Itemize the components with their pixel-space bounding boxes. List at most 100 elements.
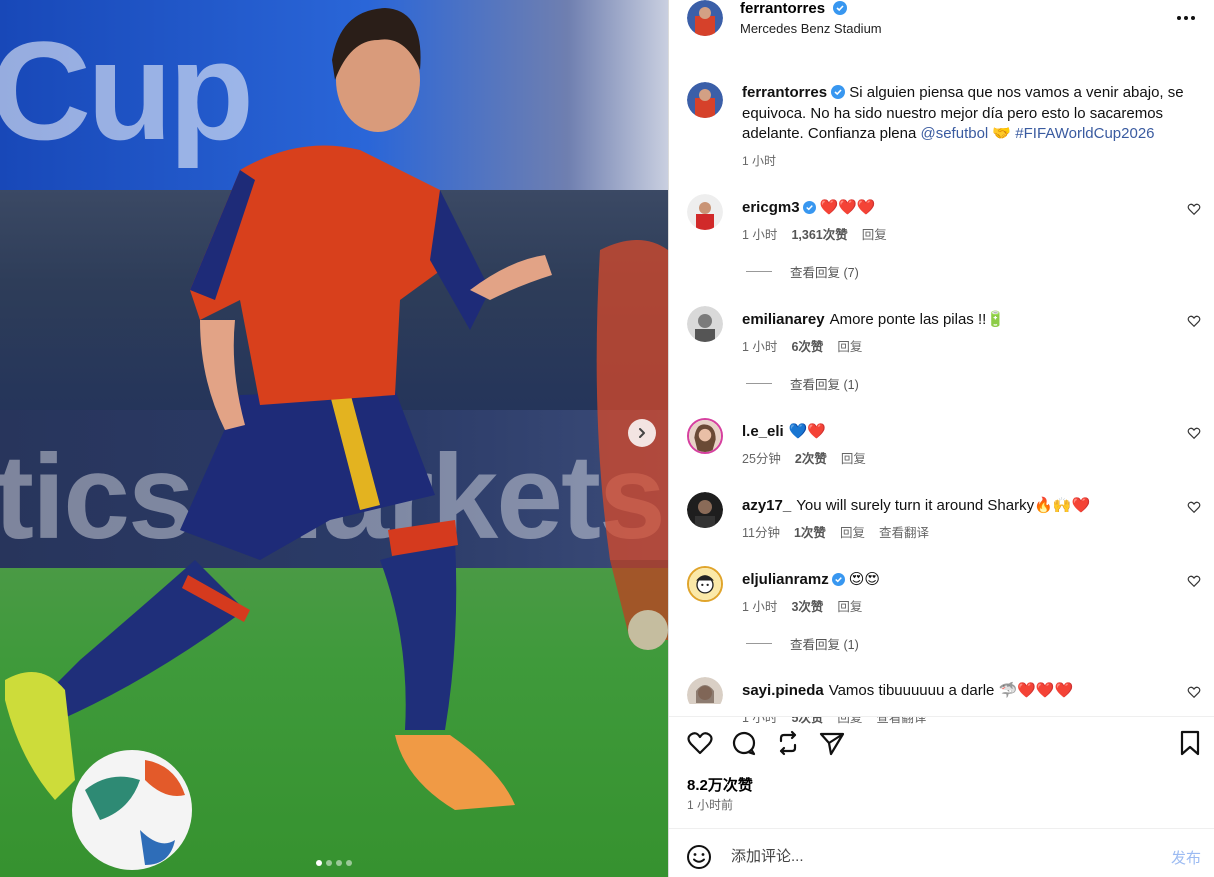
caption-emoji: 🤝 xyxy=(992,125,1012,142)
reply-button[interactable]: 回复 xyxy=(837,596,862,615)
comment-avatar[interactable] xyxy=(687,492,723,528)
author-username[interactable]: ferrantorres xyxy=(740,0,848,17)
see-translation-button[interactable]: 查看翻译 xyxy=(879,522,929,541)
comment-likes[interactable]: 3次赞 xyxy=(791,596,823,615)
save-icon[interactable] xyxy=(1176,729,1204,757)
caption-username[interactable]: ferrantorres xyxy=(742,84,827,101)
reply-button[interactable]: 回复 xyxy=(841,448,866,467)
heart-icon[interactable] xyxy=(686,729,714,757)
divider-dash xyxy=(746,383,772,384)
emoji-icon[interactable] xyxy=(685,843,713,871)
carousel-indicator xyxy=(0,860,668,866)
divider-dash xyxy=(746,271,772,272)
comment-time: 1 小时 xyxy=(742,340,778,354)
carousel-dot xyxy=(316,860,322,866)
view-replies-button[interactable]: 查看回复 (1) xyxy=(746,374,859,393)
comment-username[interactable]: ericgm3 xyxy=(742,199,800,216)
comment-meta: 25分钟 2次赞 回复 xyxy=(742,448,866,467)
author-avatar[interactable] xyxy=(687,0,723,36)
view-replies-label[interactable]: 查看回复 (7) xyxy=(790,262,859,281)
more-options-button[interactable] xyxy=(1175,8,1197,28)
comment-username[interactable]: sayi.pineda xyxy=(742,682,824,699)
author-username-text[interactable]: ferrantorres xyxy=(740,0,825,17)
divider-dash xyxy=(746,643,772,644)
caption-mention-link[interactable]: @sefutbol xyxy=(920,125,988,142)
comment-avatar[interactable] xyxy=(687,418,723,454)
comment-meta: 11分钟 1次赞 回复 查看翻译 xyxy=(742,522,929,541)
comment-likes[interactable]: 1次赞 xyxy=(794,522,826,541)
post-comment-button[interactable]: 发布 xyxy=(1171,847,1201,868)
comment-input[interactable] xyxy=(731,843,1131,869)
caption-hashtag-link[interactable]: #FIFAWorldCup2026 xyxy=(1015,125,1154,142)
post-action-bar xyxy=(669,716,1214,768)
view-replies-label[interactable]: 查看回复 (1) xyxy=(790,634,859,653)
comment-icon[interactable] xyxy=(730,729,758,757)
comment-username[interactable]: eljulianramz xyxy=(742,571,829,588)
comments-clip xyxy=(669,704,1214,716)
verified-icon xyxy=(831,573,845,586)
carousel-next-button[interactable] xyxy=(628,419,656,447)
comment-heart-icon[interactable] xyxy=(1187,685,1201,699)
comment-meta: 1 小时 3次赞 回复 xyxy=(742,596,862,615)
add-comment-bar: 发布 xyxy=(669,828,1214,877)
comment-text: 💙❤️ xyxy=(788,423,827,440)
comment-line: emilianarey Amore ponte las pilas !!🔋 xyxy=(742,310,1005,328)
comment-heart-icon[interactable] xyxy=(1187,574,1201,588)
comment-heart-icon[interactable] xyxy=(1187,202,1201,216)
comment-line: l.e_eli 💙❤️ xyxy=(742,422,826,440)
comment-heart-icon[interactable] xyxy=(1187,314,1201,328)
comment-heart-icon[interactable] xyxy=(1187,426,1201,440)
comment-likes[interactable]: 6次赞 xyxy=(791,336,823,355)
view-replies-button[interactable]: 查看回复 (7) xyxy=(746,262,859,281)
view-replies-label[interactable]: 查看回复 (1) xyxy=(790,374,859,393)
verified-icon xyxy=(802,201,816,214)
carousel-dot xyxy=(346,860,352,866)
comment-text: 😍😍 xyxy=(848,571,880,588)
caption-avatar[interactable] xyxy=(687,82,723,118)
verified-icon xyxy=(833,1,848,15)
comment-likes[interactable]: 2次赞 xyxy=(795,448,827,467)
caption-time: 1 小时 xyxy=(742,154,777,168)
comment-avatar[interactable] xyxy=(687,306,723,342)
player-figure xyxy=(5,8,668,870)
post-location[interactable]: Mercedes Benz Stadium xyxy=(740,21,882,36)
comment-text: ❤️❤️❤️ xyxy=(819,199,876,216)
comment-text: You will surely turn it around Sharky🔥🙌❤… xyxy=(796,497,1091,514)
carousel-dot xyxy=(326,860,332,866)
comment-line: eljulianramz 😍😍 xyxy=(742,570,880,588)
comment-meta: 1 小时 6次赞 回复 xyxy=(742,336,862,355)
comment-avatar[interactable] xyxy=(687,566,723,602)
post-header: ferrantorres Mercedes Benz Stadium xyxy=(669,0,1214,60)
comment-text: Vamos tibuuuuuu a darle 🦈❤️❤️❤️ xyxy=(828,682,1074,699)
carousel-dot xyxy=(336,860,342,866)
verified-icon xyxy=(831,85,846,99)
post-timestamp: 1 小时前 xyxy=(687,798,734,812)
comment-line: azy17_ You will surely turn it around Sha… xyxy=(742,496,1090,514)
comment-time: 11分钟 xyxy=(742,526,780,540)
comment-line: sayi.pineda Vamos tibuuuuuu a darle 🦈❤️❤️… xyxy=(742,681,1073,699)
comment-heart-icon[interactable] xyxy=(1187,500,1201,514)
share-icon[interactable] xyxy=(818,729,846,757)
repost-icon[interactable] xyxy=(774,729,802,757)
reply-button[interactable]: 回复 xyxy=(862,224,887,243)
caption-text: ferrantorres Si alguien piensa que nos v… xyxy=(742,83,1204,145)
comment-username[interactable]: l.e_eli xyxy=(742,423,784,440)
comment-line: ericgm3 ❤️❤️❤️ xyxy=(742,198,876,216)
comment-text: Amore ponte las pilas !!🔋 xyxy=(829,311,1005,328)
comment-username[interactable]: azy17_ xyxy=(742,497,791,514)
comment-likes[interactable]: 1,361次赞 xyxy=(791,224,847,243)
likes-count[interactable]: 8.2万次赞 xyxy=(687,774,753,795)
more-icon xyxy=(1177,16,1195,20)
reply-button[interactable]: 回复 xyxy=(840,522,865,541)
comment-avatar[interactable] xyxy=(687,194,723,230)
reply-button[interactable]: 回复 xyxy=(837,336,862,355)
comment-username[interactable]: emilianarey xyxy=(742,311,825,328)
comment-meta: 1 小时 1,361次赞 回复 xyxy=(742,224,887,243)
comment-time: 1 小时 xyxy=(742,600,778,614)
post-photo[interactable]: Cup tics Markets xyxy=(0,0,668,877)
view-replies-button[interactable]: 查看回复 (1) xyxy=(746,634,859,653)
chevron-right-icon xyxy=(639,428,645,438)
post-side-panel: ferrantorres Mercedes Benz Stadium ferra… xyxy=(668,0,1214,877)
comment-time: 25分钟 xyxy=(742,452,781,466)
comment-time: 1 小时 xyxy=(742,228,778,242)
